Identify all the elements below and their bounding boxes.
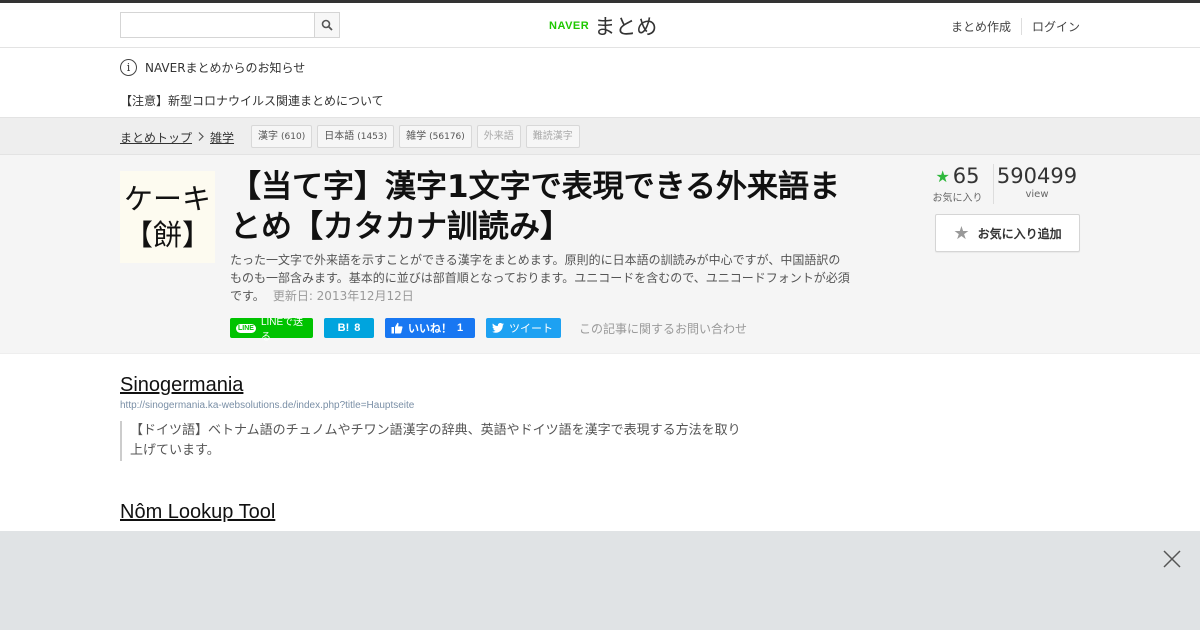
views-label: view: [1025, 189, 1049, 200]
facebook-like-count: 1: [457, 322, 464, 334]
favorites-stat: ★ 65 お気に入り: [928, 164, 994, 204]
favorites-count: 65: [952, 164, 980, 188]
info-icon: i: [120, 59, 137, 76]
search-box: [120, 12, 340, 38]
logo-naver: NAVER: [549, 20, 590, 32]
create-matome-link[interactable]: まとめ作成: [941, 18, 1021, 35]
tag-list: 漢字 (610) 日本語 (1453) 雑学 (56176) 外来語 難読漢字: [251, 125, 580, 148]
star-icon: ★: [953, 222, 970, 244]
site-logo[interactable]: NAVER まとめ: [549, 11, 657, 41]
link-title[interactable]: Sinogermania: [120, 374, 750, 397]
article-description: たった一文字で外来語を示すことができる漢字をまとめます。原則的に日本語の訓読みが…: [230, 251, 850, 305]
tag-kanji[interactable]: 漢字 (610): [251, 125, 313, 148]
close-icon: [1163, 550, 1181, 568]
tag-zatsugaku[interactable]: 雑学 (56176): [399, 125, 472, 148]
twitter-share-label: ツイート: [509, 323, 553, 335]
line-share-label: LINEで送る: [260, 317, 304, 343]
page-title: 【当て字】漢字1文字で表現できる外来語まとめ【カタカナ訓読み】: [230, 169, 840, 245]
thumbnail-line-1: ケーキ: [123, 181, 211, 216]
hatena-bookmark-button[interactable]: B! 8: [324, 318, 374, 338]
line-icon: LINE: [236, 323, 256, 333]
breadcrumb-item-zatsugaku[interactable]: 雑学: [210, 129, 234, 146]
article-stats: ★ 65 お気に入り 590499 view: [928, 164, 1080, 204]
link-item: Nôm Lookup Tool: [120, 501, 275, 524]
header-links: まとめ作成 ログイン: [941, 18, 1080, 35]
search-icon: [321, 19, 333, 31]
updated-date: 更新日: 2013年12月12日: [272, 289, 414, 303]
views-stat: 590499 view: [994, 164, 1080, 200]
tag-nihongo[interactable]: 日本語 (1453): [317, 125, 395, 148]
link-quote: 【ドイツ語】ベトナム語のチュノムやチワン語漢字の辞典、英語やドイツ語を漢字で表現…: [120, 421, 750, 461]
close-overlay-button[interactable]: [1162, 549, 1182, 569]
favorites-number: ★ 65: [928, 164, 987, 188]
add-favorite-label: お気に入り追加: [977, 226, 1062, 241]
notice-heading: i NAVERまとめからのお知らせ: [120, 59, 305, 76]
site-header: NAVER まとめ まとめ作成 ログイン: [0, 3, 1200, 48]
breadcrumb-item-top[interactable]: まとめトップ: [120, 129, 192, 146]
search-button[interactable]: [314, 13, 339, 37]
notice-label: NAVERまとめからのお知らせ: [145, 61, 306, 75]
twitter-bird-icon: [492, 323, 504, 333]
favorites-label: お気に入り: [932, 193, 983, 204]
notice-section: i NAVERまとめからのお知らせ 【注意】新型コロナウイルス関連まとめについて: [0, 48, 1200, 118]
tag-count: (1453): [357, 132, 388, 142]
tag-gairaigo[interactable]: 外来語: [476, 125, 521, 148]
tag-count: (610): [281, 132, 306, 142]
chevron-right-icon: [198, 131, 204, 144]
article-header: ケーキ 【餅】 【当て字】漢字1文字で表現できる外来語まとめ【カタカナ訓読み】 …: [0, 155, 1200, 354]
logo-matome: まとめ: [594, 15, 658, 39]
breadcrumb-bar: まとめトップ 雑学 漢字 (610) 日本語 (1453) 雑学 (56176) 外来…: [0, 118, 1200, 155]
tag-label: 難読漢字: [532, 131, 573, 142]
link-item: Sinogermania http://sinogermania.ka-webs…: [120, 374, 750, 461]
link-url[interactable]: http://sinogermania.ka-websolutions.de/i…: [120, 400, 750, 411]
line-share-button[interactable]: LINE LINEで送る: [230, 317, 313, 343]
notice-link[interactable]: 【注意】新型コロナウイルス関連まとめについて: [120, 92, 384, 109]
tag-nandoku-kanji[interactable]: 難読漢字: [525, 125, 580, 148]
bottom-ad-overlay: [0, 531, 1200, 630]
tag-label: 外来語: [483, 131, 514, 142]
twitter-share-button[interactable]: ツイート: [486, 318, 561, 338]
thumbs-up-icon: [391, 322, 403, 334]
tag-label: 雑学: [406, 131, 427, 142]
tag-label: 漢字: [258, 131, 278, 142]
article-thumbnail: ケーキ 【餅】: [120, 171, 215, 263]
add-favorite-button[interactable]: ★ お気に入り追加: [935, 214, 1080, 252]
hatena-count: 8: [354, 322, 361, 334]
star-icon: ★: [935, 166, 950, 186]
hatena-icon: B!: [337, 322, 350, 334]
link-title[interactable]: Nôm Lookup Tool: [120, 501, 275, 524]
login-link[interactable]: ログイン: [1020, 18, 1080, 35]
thumbnail-line-2: 【餅】: [123, 218, 211, 252]
tag-label: 日本語: [324, 131, 355, 142]
facebook-like-button[interactable]: いいね！ 1: [385, 318, 475, 338]
views-count: 590499: [996, 164, 1078, 188]
search-input[interactable]: [121, 13, 314, 37]
tag-count: (56176): [429, 132, 465, 142]
contact-link[interactable]: この記事に関するお問い合わせ: [579, 320, 747, 337]
facebook-like-label: いいね！: [408, 323, 452, 335]
breadcrumb: まとめトップ 雑学: [120, 129, 234, 146]
share-buttons: LINE LINEで送る B! 8 いいね！ 1 ツイート この記事に関するお問…: [230, 317, 747, 343]
